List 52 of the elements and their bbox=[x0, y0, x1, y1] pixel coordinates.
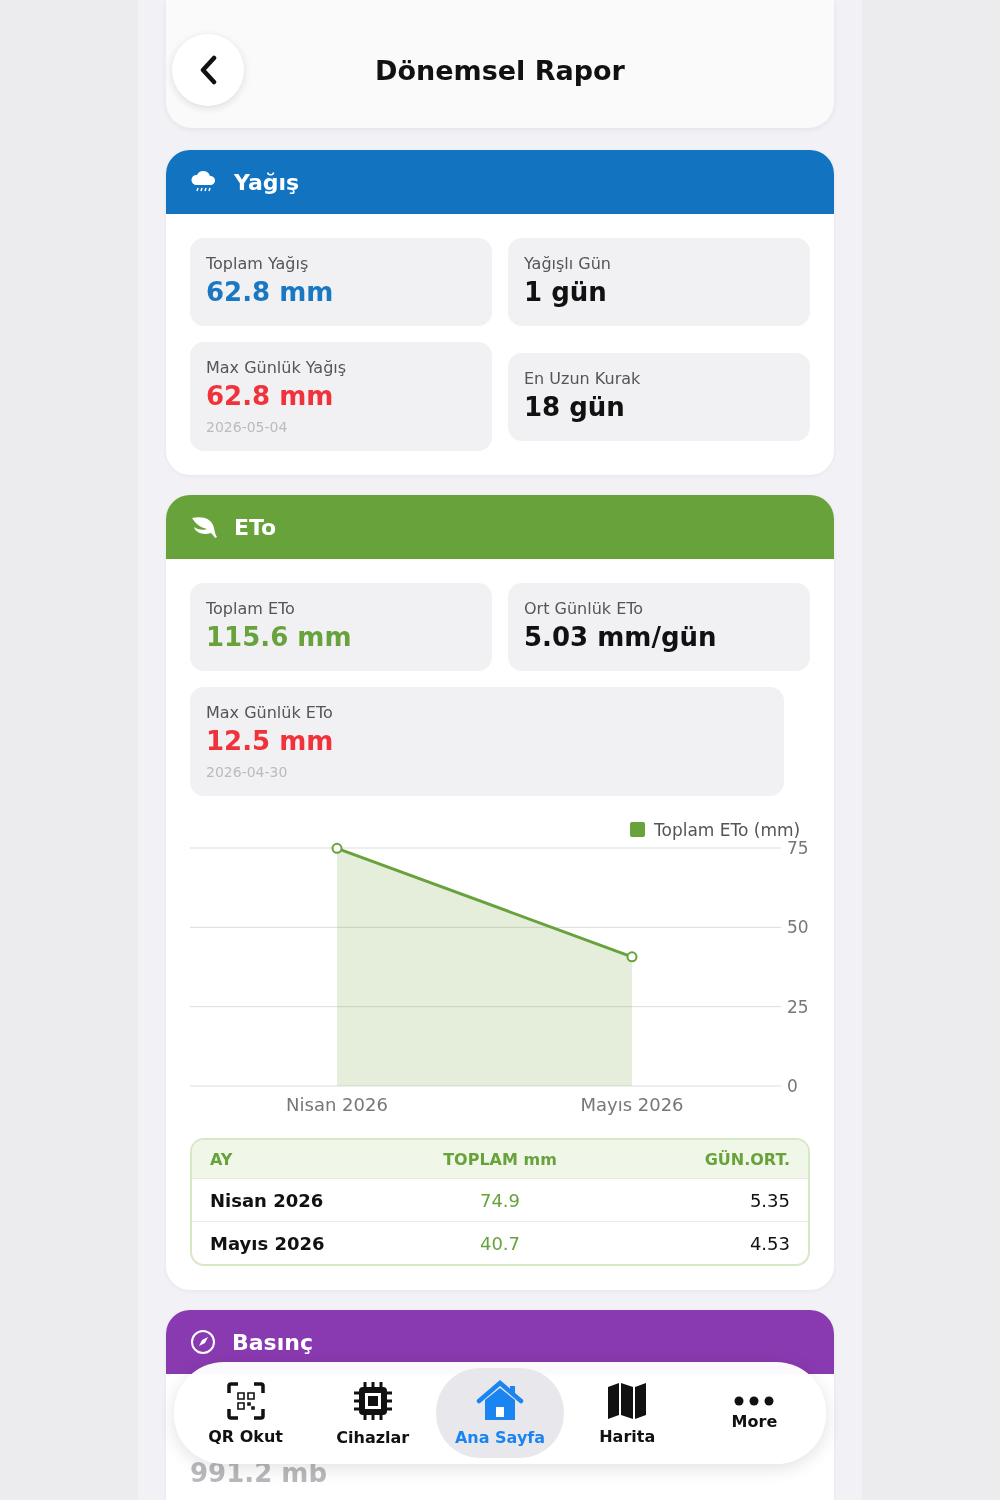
chevron-left-icon bbox=[198, 55, 218, 85]
stat-value: 62.8 mm bbox=[206, 381, 335, 411]
stat-label: En Uzun Kurak bbox=[524, 368, 642, 388]
section-title: Yağış bbox=[234, 169, 300, 195]
stat-label: Max Günlük Yağış bbox=[206, 358, 348, 377]
axis-tick-label: 75 bbox=[787, 838, 809, 858]
axis-tick-label: 50 bbox=[787, 917, 809, 938]
section-title: Basınç bbox=[232, 1329, 313, 1355]
stat-value: 12.5 mm bbox=[206, 726, 335, 756]
stat-date: 2026-05-04 bbox=[206, 419, 289, 435]
map-icon bbox=[606, 1380, 649, 1421]
table-cell-text: 4.53 bbox=[748, 1232, 790, 1254]
tab-item[interactable]: QR Okut bbox=[182, 1368, 310, 1458]
table-cell-text: 40.7 bbox=[478, 1232, 522, 1254]
column-header: AY bbox=[210, 1149, 234, 1169]
data-point bbox=[331, 842, 343, 854]
qr-scan-icon bbox=[225, 1380, 266, 1421]
stat-value: 5.03 mm/gün bbox=[524, 622, 718, 652]
leaf-icon bbox=[190, 515, 218, 539]
back-button[interactable] bbox=[172, 34, 244, 106]
stat-value: 18 gün bbox=[524, 391, 626, 422]
legend-swatch bbox=[630, 822, 645, 837]
home-icon bbox=[476, 1379, 524, 1422]
legend-label: Toplam ETo (mm) bbox=[654, 820, 801, 840]
table-cell-text: 74.9 bbox=[478, 1189, 522, 1211]
stat-label: Max Günlük ETo bbox=[206, 703, 334, 722]
table-cell-text: 5.35 bbox=[748, 1189, 790, 1211]
axis-tick-label: 25 bbox=[787, 996, 809, 1017]
column-header: TOPLAM mm bbox=[442, 1149, 558, 1169]
axis-tick-label: 0 bbox=[787, 1076, 798, 1096]
table-cell-text: Nisan 2026 bbox=[210, 1189, 325, 1211]
tab-item[interactable]: Cihazlar bbox=[309, 1368, 437, 1458]
axis-category-label: Mayıs 2026 bbox=[580, 1094, 684, 1115]
more-icon bbox=[734, 1395, 775, 1406]
data-point bbox=[626, 951, 638, 963]
stat-label: Toplam ETo bbox=[206, 599, 296, 618]
stat-label: Toplam Yağış bbox=[206, 254, 310, 273]
stat-value: 115.6 mm bbox=[206, 622, 353, 652]
stat-value: 1 gün bbox=[524, 277, 608, 307]
stat-label: Yağışlı Gün bbox=[524, 254, 612, 273]
page-title: Dönemsel Rapor bbox=[375, 54, 625, 86]
gauge-icon bbox=[190, 1329, 216, 1355]
stat-label: Ort Günlük ETo bbox=[524, 599, 645, 618]
column-header: GÜN.ORT. bbox=[703, 1149, 790, 1169]
stat-value: 62.8 mm bbox=[206, 277, 335, 307]
tab-item[interactable]: Harita bbox=[563, 1368, 691, 1458]
table-cell-text: Mayıs 2026 bbox=[210, 1232, 326, 1254]
tab-item[interactable]: More bbox=[690, 1368, 818, 1458]
stat-date: 2026-04-30 bbox=[206, 764, 289, 780]
section-title: ETo bbox=[234, 514, 277, 540]
axis-category-label: Nisan 2026 bbox=[286, 1094, 388, 1115]
chip-icon bbox=[351, 1379, 394, 1422]
